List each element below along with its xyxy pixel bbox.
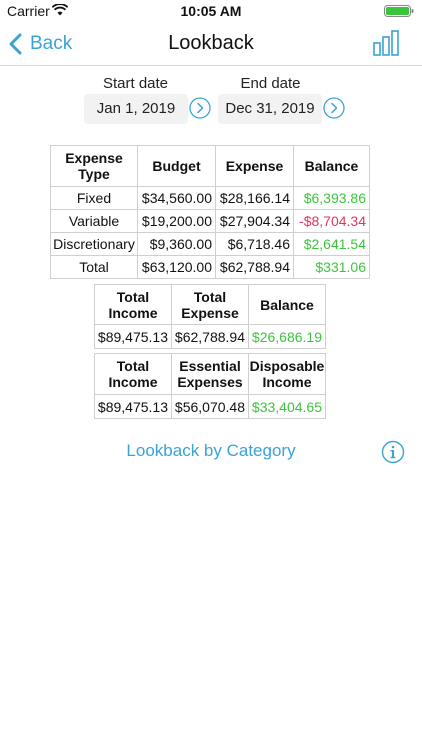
table-row: Discretionary $9,360.00 $6,718.46 $2,641… — [50, 232, 370, 256]
balance-cell: $6,393.86 — [293, 186, 370, 210]
chevron-right-circle-icon[interactable] — [189, 97, 211, 119]
total-income-cell: $89,475.13 — [94, 394, 172, 419]
clock: 10:05 AM — [180, 3, 242, 19]
total-income-cell: $89,475.13 — [94, 324, 172, 349]
column-header: Balance — [248, 284, 326, 325]
column-header: Total Income — [94, 284, 172, 325]
lookback-by-category-button[interactable]: Lookback by Category — [0, 441, 422, 461]
chevron-right-circle-icon[interactable] — [323, 97, 345, 119]
table-header-row: Expense Type Budget Expense Balance — [50, 145, 370, 187]
column-header: Balance — [293, 145, 370, 187]
table-header-row: Total Income Essential Expenses Disposab… — [94, 353, 326, 395]
income-balance-table: Total Income Total Expense Balance $89,4… — [94, 284, 326, 349]
table-row: $89,475.13 $56,070.48 $33,404.65 — [94, 394, 326, 419]
battery-icon — [384, 5, 414, 17]
budget-cell: $34,560.00 — [137, 186, 216, 210]
info-icon[interactable] — [381, 440, 405, 464]
table-row: Fixed $34,560.00 $28,166.14 $6,393.86 — [50, 186, 370, 210]
expense-cell: $27,904.34 — [215, 209, 294, 233]
expense-table: Expense Type Budget Expense Balance Fixe… — [50, 145, 370, 279]
expense-type-cell: Total — [50, 255, 138, 279]
table-header-row: Total Income Total Expense Balance — [94, 284, 326, 325]
expense-type-cell: Variable — [50, 209, 138, 233]
table-row: Variable $19,200.00 $27,904.34 -$8,704.3… — [50, 209, 370, 233]
column-header: Expense — [215, 145, 294, 187]
bar-chart-icon[interactable] — [372, 29, 400, 57]
budget-cell: $19,200.00 — [137, 209, 216, 233]
end-date-label: End date — [240, 75, 301, 92]
balance-cell: -$8,704.34 — [293, 209, 370, 233]
column-header: Essential Expenses — [171, 353, 249, 395]
navigation-bar: Back Lookback — [0, 22, 422, 66]
column-header: Expense Type — [50, 145, 138, 187]
table-row: $89,475.13 $62,788.94 $26,686.19 — [94, 324, 326, 349]
expense-type-cell: Discretionary — [50, 232, 138, 256]
budget-cell: $9,360.00 — [137, 232, 216, 256]
table-row: Total $63,120.00 $62,788.94 $331.06 — [50, 255, 370, 279]
budget-cell: $63,120.00 — [137, 255, 216, 279]
column-header: Total Expense — [171, 284, 249, 325]
expense-type-cell: Fixed — [50, 186, 138, 210]
disposable-income-cell: $33,404.65 — [248, 394, 326, 419]
end-date-field[interactable]: Dec 31, 2019 — [218, 94, 322, 124]
start-date-field[interactable]: Jan 1, 2019 — [84, 94, 188, 124]
balance-cell: $26,686.19 — [248, 324, 326, 349]
status-bar: Carrier 10:05 AM — [0, 0, 422, 22]
disposable-income-table: Total Income Essential Expenses Disposab… — [94, 353, 326, 419]
expense-cell: $6,718.46 — [215, 232, 294, 256]
balance-cell: $331.06 — [293, 255, 370, 279]
expense-cell: $28,166.14 — [215, 186, 294, 210]
column-header: Budget — [137, 145, 216, 187]
column-header: Total Income — [94, 353, 172, 395]
expense-cell: $62,788.94 — [215, 255, 294, 279]
column-header: Disposable Income — [248, 353, 326, 395]
total-expense-cell: $62,788.94 — [171, 324, 249, 349]
start-date-label: Start date — [102, 75, 169, 92]
page-title: Lookback — [168, 32, 254, 54]
essential-expenses-cell: $56,070.48 — [171, 394, 249, 419]
balance-cell: $2,641.54 — [293, 232, 370, 256]
